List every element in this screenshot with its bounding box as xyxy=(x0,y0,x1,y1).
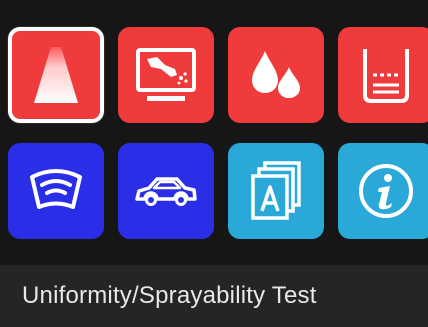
uniformity-spray-test-tile[interactable] xyxy=(8,27,104,123)
car-icon xyxy=(133,171,199,211)
document-test-tile[interactable] xyxy=(228,143,324,239)
spray-cone-icon xyxy=(31,44,81,106)
beaker-icon xyxy=(359,45,413,105)
spray-monitor-icon xyxy=(135,47,197,103)
droplets-icon xyxy=(247,47,305,103)
selected-test-title: Uniformity/Sprayability Test xyxy=(22,282,317,309)
windshield-test-tile[interactable] xyxy=(8,143,104,239)
windshield-wiper-icon xyxy=(27,167,85,215)
fluid-test-tile[interactable] xyxy=(228,27,324,123)
vehicle-test-tile[interactable] xyxy=(118,143,214,239)
selected-test-title-bar: Uniformity/Sprayability Test xyxy=(0,265,428,327)
document-stack-a-icon xyxy=(249,160,303,222)
test-tile-grid xyxy=(8,27,428,255)
info-tile[interactable] xyxy=(338,143,428,239)
test-selection-panel: Uniformity/Sprayability Test xyxy=(0,0,428,327)
spray-pattern-test-tile[interactable] xyxy=(118,27,214,123)
info-icon xyxy=(357,162,415,220)
container-test-tile[interactable] xyxy=(338,27,428,123)
